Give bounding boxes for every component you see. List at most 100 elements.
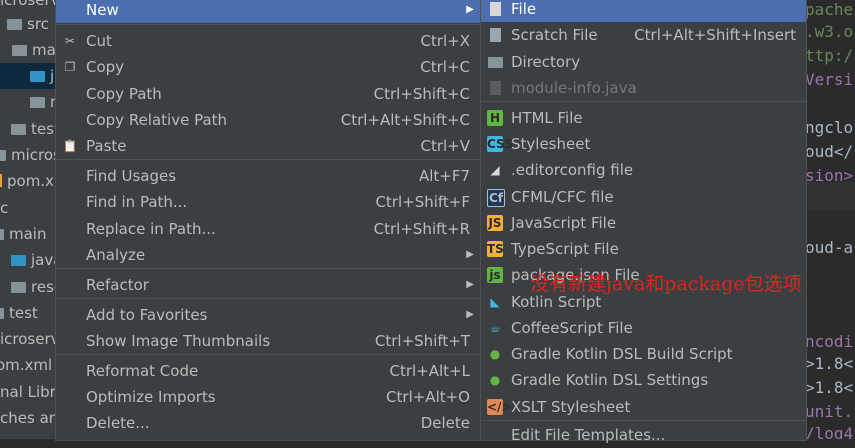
menu-item-replace-in-path[interactable]: Replace in Path... Ctrl+Shift+R [56,216,480,242]
scratch-file-icon [487,27,503,43]
annotation-text: 没有新建java和package包选项 [530,273,802,295]
gradle-icon: ● [489,347,501,361]
folder-icon [0,308,4,319]
package-json-icon: js [487,267,503,283]
folder-icon [487,54,503,70]
code-line: >1.8< [805,378,854,397]
tree-item[interactable]: resc [11,274,60,300]
code-line: ncodi [805,332,854,351]
tree-item-selected[interactable]: j [0,63,60,89]
tree-item[interactable]: test [11,116,60,142]
html-file-icon: H [487,110,503,126]
menu-item-module-info[interactable]: module-info.java [481,75,806,101]
maven-file-icon [0,174,2,187]
submenu-arrow-icon: ▶ [466,279,474,290]
menu-item-editorconfig[interactable]: ◢ .editorconfig file [481,157,806,183]
kotlin-script-icon: ◣ [490,295,500,309]
submenu-arrow-icon: ▶ [466,249,474,260]
menu-item-optimize-imports[interactable]: Optimize Imports Ctrl+Alt+O [56,384,480,410]
code-line: Versi [805,70,854,89]
java-module-icon [487,80,503,96]
menu-item-show-image-thumbnails[interactable]: Show Image Thumbnails Ctrl+Shift+T [56,328,480,354]
menu-item-find-in-path[interactable]: Find in Path... Ctrl+Shift+F [56,189,480,215]
tree-item[interactable]: test [0,300,38,326]
menu-item-edit-file-templates[interactable]: Edit File Templates... [481,422,806,448]
tree-item[interactable]: micros [0,142,60,168]
menu-item-typescript-file[interactable]: TS TypeScript File [481,236,806,262]
source-folder-icon [30,71,45,82]
menu-separator [56,24,480,25]
typescript-file-icon: TS [487,241,504,257]
menu-item-gradle-kotlin-build-script[interactable]: ● Gradle Kotlin DSL Build Script [481,341,806,367]
menu-item-gradle-kotlin-settings[interactable]: ● Gradle Kotlin DSL Settings [481,367,806,393]
menu-item-html-file[interactable]: H HTML File [481,105,806,131]
tree-item[interactable]: om.xml [0,352,52,378]
javascript-file-icon: JS [487,215,503,231]
menu-item-cut[interactable]: ✂ Cut Ctrl+X [56,28,480,54]
source-folder-icon [11,255,26,266]
code-line: pache [805,0,854,19]
cfml-file-icon: Cf [487,189,505,207]
menu-item-copy-relative-path[interactable]: Copy Relative Path Ctrl+Alt+Shift+C [56,107,480,133]
code-line: unit. [805,402,854,421]
paste-icon: 📋 [62,139,78,153]
menu-separator [56,354,480,355]
tree-item[interactable]: java [11,247,60,273]
menu-separator [481,420,806,421]
menu-item-directory[interactable]: Directory [481,49,806,75]
code-line: oud</ [805,142,854,161]
tree-item[interactable]: r [30,89,56,115]
menu-item-refactor[interactable]: Refactor ▶ [56,272,480,298]
folder-icon [12,45,27,56]
menu-item-scratch-file[interactable]: Scratch File Ctrl+Alt+Shift+Insert [481,22,806,48]
tree-item[interactable]: nal Libra [0,379,60,405]
folder-icon [7,19,22,30]
menu-separator [56,159,480,160]
menu-separator [56,298,480,299]
tree-item[interactable]: icroserv [0,326,60,352]
menu-item-xslt-stylesheet[interactable]: </> XSLT Stylesheet [481,394,806,420]
context-menu: New ▶ ✂ Cut Ctrl+X ❐ Copy Ctrl+C Copy Path Ctr… [55,0,481,441]
menu-item-cfml-file[interactable]: Cf CFML/CFC file [481,184,806,210]
scissors-icon: ✂ [64,34,76,48]
code-line: /log4 [805,424,854,439]
editorconfig-icon: ◢ [490,163,500,177]
code-line: ttp:/ [805,46,854,65]
coffeescript-file-icon: ☕ [489,321,501,335]
tree-item[interactable]: main [0,221,46,247]
project-tree: icroserv src mai j r test micros pom.x c… [0,0,60,439]
menu-item-analyze[interactable]: Analyze ▶ [56,242,480,268]
tree-item[interactable]: src [7,11,49,37]
menu-item-add-to-favorites[interactable]: Add to Favorites ▶ [56,302,480,328]
menu-item-new[interactable]: New ▶ [56,0,480,23]
tree-item[interactable]: pom.x [0,168,54,194]
menu-item-copy-path[interactable]: Copy Path Ctrl+Shift+C [56,81,480,107]
menu-item-copy[interactable]: ❐ Copy Ctrl+C [56,54,480,80]
tree-item[interactable]: mai [12,37,60,63]
menu-item-find-usages[interactable]: Find Usages Alt+F7 [56,163,480,189]
code-editor[interactable]: pache .w3.o ttp:/ Versi ngclo oud</ sion… [805,0,855,439]
code-line: >1.8< [805,354,854,373]
tree-item[interactable]: ches an [0,405,58,431]
copy-icon: ❐ [64,60,76,74]
folder-icon [30,97,45,108]
menu-item-coffeescript-file[interactable]: ☕ CoffeeScript File [481,315,806,341]
folder-icon [0,150,6,161]
menu-separator [481,101,806,102]
menu-item-delete[interactable]: Delete... Delete [56,410,480,436]
menu-item-reformat-code[interactable]: Reformat Code Ctrl+Alt+L [56,358,480,384]
gradle-icon: ● [489,373,501,387]
menu-item-paste[interactable]: 📋 Paste Ctrl+V [56,133,480,159]
code-line: oud-a [805,238,854,257]
submenu-arrow-icon: ▶ [466,4,474,15]
submenu-arrow-icon: ▶ [466,309,474,320]
menu-item-stylesheet[interactable]: CSS Stylesheet [481,131,806,157]
file-icon [487,1,503,17]
menu-item-javascript-file[interactable]: JS JavaScript File [481,210,806,236]
code-line: ngclo [805,118,854,137]
tree-item[interactable]: c [0,195,8,221]
menu-separator [56,268,480,269]
menu-item-file[interactable]: File [481,0,806,22]
css-file-icon: CSS [487,136,513,152]
code-line: sion> [805,166,854,185]
